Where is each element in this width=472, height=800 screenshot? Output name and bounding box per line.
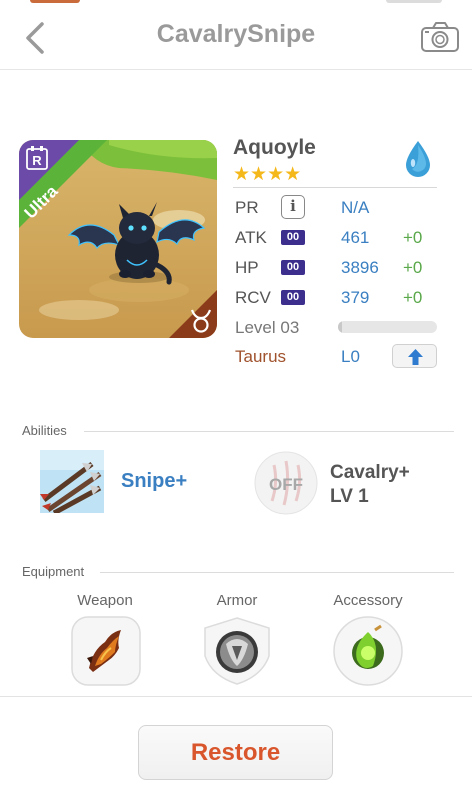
level-progress-bar: [338, 321, 437, 333]
level-label: Level 03: [235, 318, 300, 337]
status-strip-right: [386, 0, 442, 3]
level-progress-fill: [338, 321, 342, 333]
atk-bonus: +0: [403, 228, 423, 247]
svg-text:R: R: [32, 153, 42, 168]
nav-bar: CavalrySnipe: [0, 6, 472, 70]
rcv-bonus: +0: [403, 288, 423, 307]
star-rating: ★★★★: [233, 164, 302, 185]
atk-value: 461: [341, 228, 370, 247]
cavalry-ability-off-icon[interactable]: OFF: [254, 451, 318, 515]
hp-bonus: +0: [403, 258, 423, 277]
weapon-label: Weapon: [77, 592, 133, 609]
equipment-divider: [100, 572, 454, 573]
hp-plus-badge: 00: [281, 260, 305, 275]
equipment-section-label: Equipment: [22, 564, 85, 579]
status-strip-left: [30, 0, 80, 3]
info-icon[interactable]: i: [281, 195, 305, 219]
arrow-up-icon: [408, 349, 423, 365]
armor-slot-icon[interactable]: [202, 616, 272, 686]
armor-label: Armor: [216, 592, 258, 609]
hp-label: HP: [235, 258, 259, 277]
rcv-label: RCV: [235, 288, 271, 307]
ability-cavalry-name: Cavalry+ LV 1: [330, 461, 410, 509]
atk-plus-badge: 00: [281, 230, 305, 245]
ability-cavalry-level: LV 1: [330, 486, 369, 507]
ability-off-label: OFF: [269, 475, 303, 494]
weapon-slot-icon[interactable]: [71, 616, 141, 686]
pr-value: N/A: [341, 198, 370, 217]
snipe-ability-icon[interactable]: [40, 450, 104, 513]
zodiac-level: L0: [341, 347, 360, 366]
abilities-divider: [84, 431, 454, 432]
camera-icon[interactable]: [420, 20, 460, 54]
accessory-label: Accessory: [333, 592, 403, 609]
ability-cavalry-title: Cavalry+: [330, 462, 410, 483]
water-drop-icon: [406, 141, 430, 177]
ability-snipe-name: Snipe+: [121, 470, 188, 492]
zodiac-upgrade-button[interactable]: [392, 344, 437, 368]
abilities-section-label: Abilities: [22, 423, 67, 438]
hp-value: 3896: [341, 258, 379, 277]
restore-button[interactable]: Restore: [138, 725, 333, 780]
rcv-plus-badge: 00: [281, 290, 305, 305]
name-divider: [233, 187, 437, 188]
page-title: CavalrySnipe: [156, 20, 316, 48]
atk-label: ATK: [235, 228, 267, 247]
zodiac-label: Taurus: [235, 347, 287, 366]
rcv-value: 379: [341, 288, 370, 307]
monster-name: Aquoyle: [233, 136, 316, 159]
monster-portrait[interactable]: Ultra R: [19, 140, 217, 338]
accessory-slot-icon[interactable]: [333, 616, 403, 686]
pr-label: PR: [235, 198, 259, 217]
